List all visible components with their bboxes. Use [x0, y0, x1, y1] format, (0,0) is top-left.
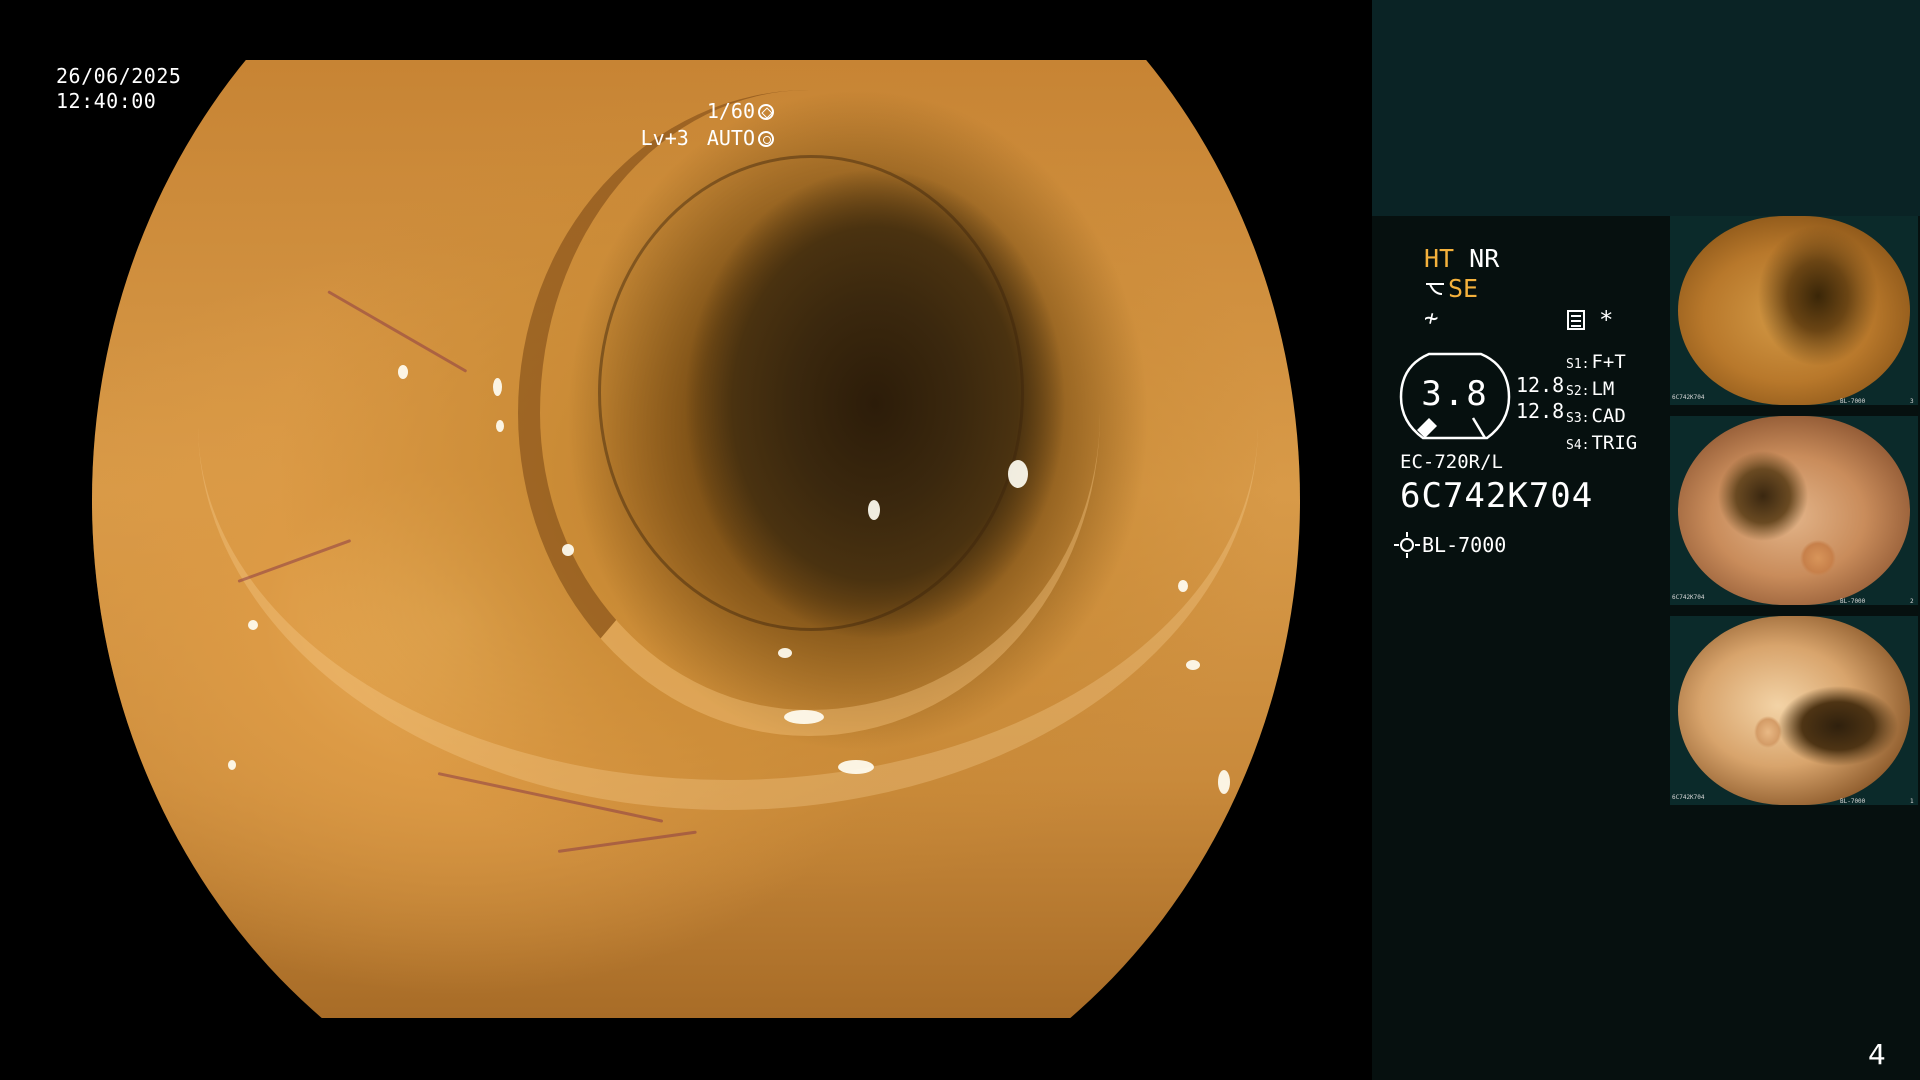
endoscope-main-view: 26/06/2025 12:40:00 1/60 Lv+3 AUTO: [0, 0, 1372, 1080]
light-glint: [1186, 660, 1200, 670]
light-glint: [562, 544, 574, 556]
image-mode-row: HT NR: [1424, 244, 1499, 273]
auto-iris-icon: [758, 130, 774, 147]
light-glint: [398, 365, 408, 379]
captured-thumbnail[interactable]: 6C742K704 BL-7000 2: [1670, 416, 1918, 605]
exposure-mode: AUTO: [706, 126, 755, 150]
thumbnail-image: [1678, 416, 1910, 605]
thumbnail-serial: 6C742K704: [1672, 794, 1705, 801]
light-glint: [1178, 580, 1188, 592]
haustral-fold: [598, 155, 1024, 631]
page-number: 4: [1868, 1038, 1886, 1071]
light-glint: [493, 378, 502, 396]
light-glint: [1218, 770, 1230, 794]
light-source-row: BL-7000: [1394, 533, 1507, 557]
thumbnail-source: BL-7000: [1840, 598, 1866, 605]
enhance-icon: [1426, 282, 1444, 295]
light-glint: [496, 420, 504, 432]
switch-item: S3: CAD: [1566, 405, 1626, 427]
switch-item: S2: LM: [1566, 378, 1615, 400]
light-glint: [838, 760, 874, 774]
thumbnail-index: 1: [1910, 798, 1914, 805]
zoom-dial: 3.8: [1399, 352, 1511, 442]
light-source-icon: [1394, 538, 1420, 552]
scope-switch-list: S1: F+T S2: LM S3: CAD S4: TRIG: [1566, 350, 1637, 458]
endoscopic-image: [92, 60, 1300, 1018]
light-glint: [228, 760, 236, 770]
light-glint: [784, 710, 824, 724]
light-glint: [868, 500, 880, 520]
thumbnail-image: [1678, 216, 1910, 405]
thumbnail-source: BL-7000: [1840, 398, 1866, 405]
ht-mode: HT: [1424, 244, 1455, 273]
capture-time: 12:40:00: [56, 89, 157, 113]
nr-mode: NR: [1469, 244, 1500, 273]
exposure-readout: 1/60 Lv+3 AUTO: [641, 98, 774, 152]
freeze-row: *: [1567, 306, 1613, 334]
captured-thumbnail[interactable]: 6C742K704 BL-7000 3: [1670, 216, 1918, 405]
light-glint: [248, 620, 258, 630]
shutter-icon: [758, 103, 774, 120]
thumbnail-source: BL-7000: [1840, 798, 1866, 805]
light-glint: [778, 648, 792, 658]
zoom-side-values: 12.8 12.8: [1516, 372, 1564, 424]
mucosal-vessel: [557, 830, 697, 853]
enhance-glyph: ≁: [1424, 304, 1439, 332]
capture-date: 26/06/2025: [56, 64, 182, 88]
se-mode: SE: [1448, 274, 1479, 303]
zoom-value: 3.8: [1421, 374, 1489, 414]
thumbnail-serial: 6C742K704: [1672, 394, 1705, 401]
thumbnail-index: 3: [1910, 398, 1914, 405]
zoom-side-top: 12.8: [1516, 373, 1565, 397]
light-glint: [1008, 460, 1028, 488]
scope-model: EC-720R/L: [1400, 451, 1503, 473]
switch-item: S1: F+T: [1566, 351, 1626, 373]
captured-thumbnail[interactable]: 6C742K704 BL-7000 1: [1670, 616, 1918, 805]
patient-info-block: [1372, 0, 1920, 216]
thumbnail-index: 2: [1910, 598, 1914, 605]
thumbnail-serial: 6C742K704: [1672, 594, 1705, 601]
structure-enhance-row: SE: [1424, 274, 1478, 303]
scope-serial: 6C742K704: [1400, 476, 1594, 516]
switch-item: S4: TRIG: [1566, 432, 1638, 454]
freeze-star: *: [1599, 306, 1614, 334]
light-source-model: BL-7000: [1422, 533, 1507, 557]
thumbnail-image: [1678, 616, 1910, 805]
zoom-side-bottom: 12.8: [1516, 399, 1565, 423]
brightness-level: Lv+3: [640, 126, 689, 150]
shutter-speed: 1/60: [706, 99, 755, 123]
enhance-glyph-row: ≁: [1424, 304, 1438, 332]
capture-timestamp: 26/06/2025 12:40:00: [56, 64, 181, 114]
memo-icon: [1567, 310, 1585, 330]
